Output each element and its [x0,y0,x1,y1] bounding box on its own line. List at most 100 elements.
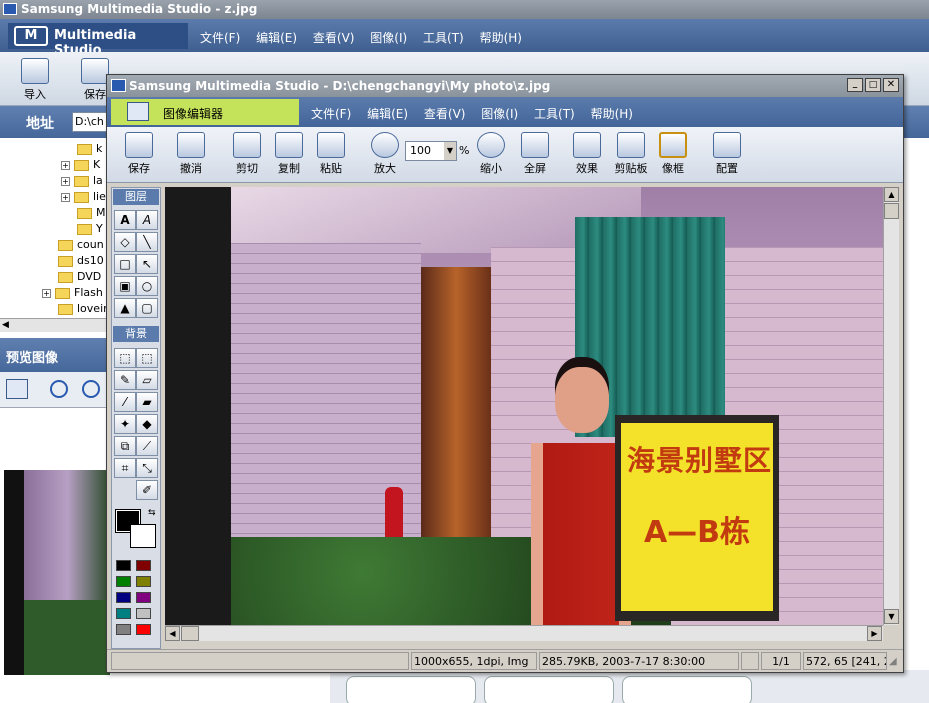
crop-tool-icon[interactable]: ⌗ [114,458,136,478]
expand-icon[interactable]: + [42,288,51,298]
image-canvas[interactable]: 海景别墅区 A—B栋 [165,187,883,625]
save-button[interactable]: 保存 [117,132,161,176]
palette-swatch[interactable] [116,592,131,603]
scroll-down-icon[interactable]: ▼ [884,609,899,624]
scroll-up-icon[interactable]: ▲ [884,187,899,202]
effects-button[interactable]: 效果 [565,132,609,176]
close-button[interactable]: ✕ [883,78,899,92]
tree-item[interactable]: Y [77,222,103,238]
expand-icon[interactable]: + [61,192,70,202]
tree-item[interactable]: ds10 [58,254,104,270]
color-selector[interactable]: ⇆ [114,508,158,552]
thumbnail-card[interactable] [622,676,752,703]
eraser2-tool-icon[interactable]: ▰ [136,392,158,412]
outer-menu-edit[interactable]: 编辑(E) [256,31,297,45]
rectangle-tool-icon[interactable]: □ [114,254,136,274]
horizontal-scrollbar[interactable]: ◀ ▶ [165,625,883,641]
swap-colors-icon[interactable]: ⇆ [148,508,156,518]
tree-item[interactable]: + K [61,158,100,174]
clipboard-button[interactable]: 剪贴板 [607,132,655,176]
horizontal-scroll-thumb[interactable] [181,626,199,641]
spray-tool-icon[interactable]: ✦ [114,414,136,434]
cut-button[interactable]: 剪切 [225,132,269,176]
outer-menu-help[interactable]: 帮助(H) [480,31,522,45]
tree-item[interactable]: + lie [61,190,106,206]
outer-menu-tools[interactable]: 工具(T) [423,31,464,45]
background-color[interactable] [130,524,156,548]
palette-swatch[interactable] [116,608,131,619]
eyedropper-tool-icon[interactable]: ⁄ [114,392,136,412]
resize-tool-icon[interactable]: ⤡ [136,458,158,478]
edit-tool-icon[interactable]: ✐ [136,480,158,500]
tree-item[interactable]: + Flash [42,286,103,302]
resize-grip-icon[interactable]: ◢ [889,656,897,667]
ellipse-tool-icon[interactable]: ○ [136,276,158,296]
brush-tool-icon[interactable]: ⟋ [136,436,158,456]
arrow-tool-icon[interactable]: ↖ [136,254,158,274]
maximize-button[interactable]: □ [865,78,881,92]
palette-swatch[interactable] [136,624,151,635]
editor-menu-file[interactable]: 文件(F) [311,107,351,121]
tree-item[interactable]: coun [58,238,104,254]
preview-zoom-in-icon[interactable] [50,380,68,398]
palette-swatch[interactable] [116,624,131,635]
tree-item[interactable]: loveir [58,302,108,318]
vertical-scrollbar[interactable]: ▲ ▼ [883,187,899,625]
tree-horizontal-scrollbar[interactable]: ◀ [0,318,110,332]
outer-menu-image[interactable]: 图像(I) [370,31,407,45]
editor-menu-help[interactable]: 帮助(H) [591,107,633,121]
frame-button[interactable]: 像框 [651,132,695,176]
text-italic-tool-icon[interactable]: A [136,210,158,230]
palette-swatch[interactable] [116,560,131,571]
scroll-left-icon[interactable]: ◀ [165,626,180,641]
pencil-tool-icon[interactable]: ✎ [114,370,136,390]
thumbnail-card[interactable] [484,676,614,703]
outer-menu-view[interactable]: 查看(V) [313,31,355,45]
editor-menu-tools[interactable]: 工具(T) [534,107,575,121]
config-button[interactable]: 配置 [705,132,749,176]
expand-icon[interactable]: + [61,160,70,170]
thumbnail-card[interactable] [346,676,476,703]
palette-swatch[interactable] [136,560,151,571]
preview-person-icon[interactable] [6,379,28,399]
stamp-tool-icon[interactable]: ▲ [114,298,136,318]
palette-swatch[interactable] [136,592,151,603]
zoom-out-button[interactable]: 缩小 [469,132,513,176]
minimize-button[interactable]: _ [847,78,863,92]
tree-item[interactable]: M [77,206,106,222]
rounded-rect-tool-icon[interactable]: ▢ [136,298,158,318]
text-tool-icon[interactable]: A [114,210,136,230]
line-tool-icon[interactable]: ╲ [136,232,158,252]
copy-button[interactable]: 复制 [267,132,311,176]
editor-menu-image[interactable]: 图像(I) [481,107,518,121]
outer-menu-file[interactable]: 文件(F) [200,31,240,45]
tree-item[interactable]: DVD [58,270,101,286]
tree-item[interactable]: + la [61,174,103,190]
diamond-tool-icon[interactable]: ◇ [114,232,136,252]
vertical-scroll-thumb[interactable] [884,203,899,219]
zoom-in-button[interactable]: 放大 [363,132,407,176]
image-tool-icon[interactable]: ▣ [114,276,136,296]
preview-thumbnail-bushes [24,600,110,675]
palette-swatch[interactable] [116,576,131,587]
undo-button[interactable]: 撤消 [169,132,213,176]
zoom-select[interactable]: 100 ▼ [405,141,457,161]
preview-zoom-icon[interactable] [82,380,100,398]
chevron-down-icon[interactable]: ▼ [444,142,456,160]
editor-menu-view[interactable]: 查看(V) [424,107,466,121]
paste-button[interactable]: 粘贴 [309,132,353,176]
fullscreen-button[interactable]: 全屏 [513,132,557,176]
fill-bucket-tool-icon[interactable]: ◆ [136,414,158,434]
scroll-right-icon[interactable]: ▶ [867,626,882,641]
expand-icon[interactable]: + [61,176,70,186]
editor-menu-edit[interactable]: 编辑(E) [367,107,408,121]
select-dotted-tool-icon[interactable]: ⬚ [136,348,158,368]
select-rect-tool-icon[interactable]: ⬚ [114,348,136,368]
palette-swatch[interactable] [136,608,151,619]
tree-item[interactable]: k [77,142,102,158]
eraser-tool-icon[interactable]: ▱ [136,370,158,390]
scroll-left-icon[interactable]: ◀ [2,320,9,330]
palette-swatch[interactable] [136,576,151,587]
import-button[interactable]: 导入 [10,58,60,102]
transform-tool-icon[interactable]: ⧉ [114,436,136,456]
